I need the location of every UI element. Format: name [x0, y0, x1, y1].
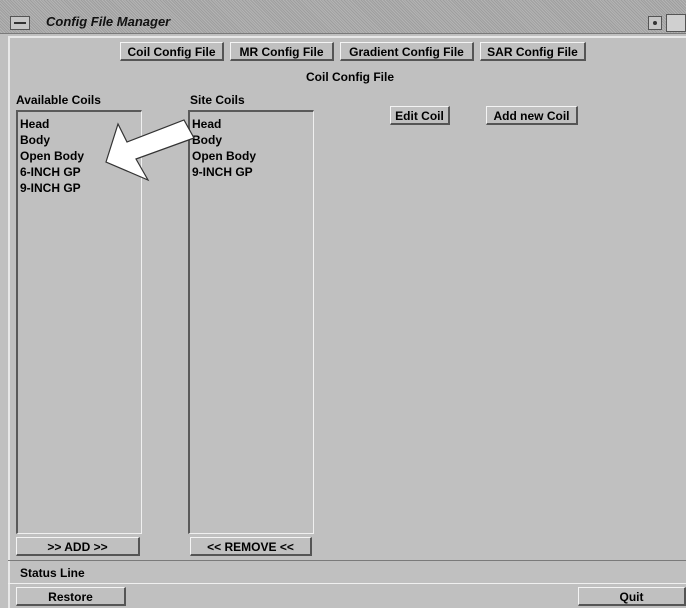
window-menu-button[interactable]: [10, 16, 30, 30]
tab-mr-config-file[interactable]: MR Config File: [230, 42, 334, 61]
tab-gradient-config-file[interactable]: Gradient Config File: [340, 42, 474, 61]
tab-sar-config-file[interactable]: SAR Config File: [480, 42, 586, 61]
restore-button[interactable]: Restore: [16, 587, 126, 606]
list-item[interactable]: 9-INCH GP: [190, 164, 313, 180]
arrow-pointer-icon: [105, 119, 195, 182]
available-coils-label: Available Coils: [16, 93, 101, 107]
section-title: Coil Config File: [306, 70, 394, 84]
list-item[interactable]: Head: [190, 116, 313, 132]
maximize-button[interactable]: [666, 14, 686, 32]
window-title: Config File Manager: [46, 14, 171, 29]
site-coils-list[interactable]: Head Body Open Body 9-INCH GP: [188, 110, 314, 534]
status-line: Status Line: [8, 560, 686, 584]
tab-coil-config-file[interactable]: Coil Config File: [120, 42, 224, 61]
add-button[interactable]: >> ADD >>: [16, 537, 140, 556]
site-coils-label: Site Coils: [190, 93, 245, 107]
list-item[interactable]: Open Body: [190, 148, 313, 164]
list-item[interactable]: Body: [190, 132, 313, 148]
status-text: Status Line: [20, 566, 85, 580]
add-new-coil-button[interactable]: Add new Coil: [486, 106, 578, 125]
edit-coil-button[interactable]: Edit Coil: [390, 106, 450, 125]
quit-button[interactable]: Quit: [578, 587, 686, 606]
minimize-button[interactable]: [648, 16, 662, 30]
remove-button[interactable]: << REMOVE <<: [190, 537, 312, 556]
